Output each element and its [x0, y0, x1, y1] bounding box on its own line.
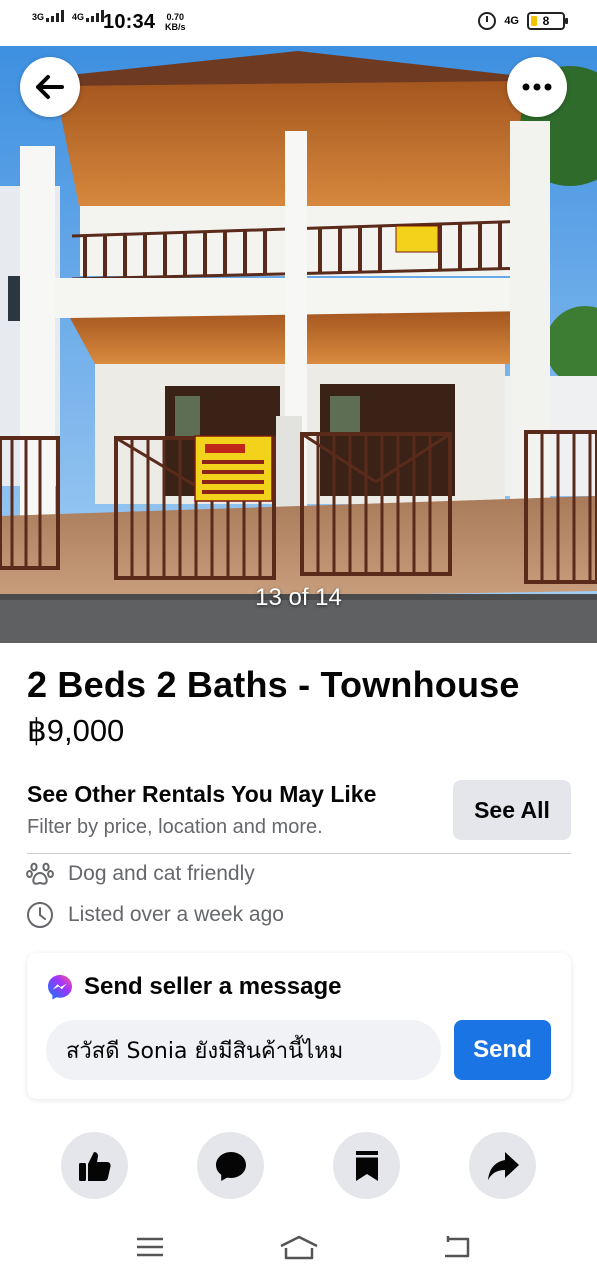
system-back-button[interactable] — [436, 1230, 476, 1264]
share-button[interactable] — [469, 1132, 536, 1199]
divider — [27, 853, 571, 854]
messenger-icon — [48, 975, 72, 1000]
recent-apps-button[interactable] — [130, 1230, 170, 1264]
listing-title: 2 Beds 2 Baths - Townhouse — [27, 664, 520, 705]
signal-bars-1-icon — [46, 10, 65, 22]
save-button[interactable] — [333, 1132, 400, 1199]
message-seller-card: Send seller a message Send — [27, 953, 571, 1099]
clock-icon — [27, 902, 53, 928]
message-heading-text: Send seller a message — [84, 973, 342, 1000]
paw-icon — [26, 862, 54, 885]
listing-photo[interactable]: 13 of 14 — [0, 46, 597, 643]
save-icon — [355, 1150, 378, 1181]
system-back-icon — [445, 1236, 470, 1258]
feature-pet-friendly: Dog and cat friendly — [26, 861, 255, 887]
more-dots-icon — [522, 83, 552, 91]
send-button[interactable]: Send — [454, 1020, 551, 1080]
home-icon — [280, 1235, 318, 1260]
network-speed-value: 0.70 — [166, 12, 185, 22]
system-navigation-bar — [0, 1220, 597, 1280]
network-speed: 0.70 KB/s — [165, 12, 186, 32]
comment-icon — [215, 1151, 246, 1181]
townhouse-photo — [0, 46, 597, 643]
photo-counter: 13 of 14 — [255, 584, 342, 611]
comment-button[interactable] — [197, 1132, 264, 1199]
network-type-1: 3G — [32, 12, 45, 22]
menu-icon — [137, 1237, 163, 1257]
signal-4g-label: 4G — [504, 15, 519, 27]
other-rentals-subtitle: Filter by price, location and more. — [27, 816, 323, 838]
battery-icon: 8 — [527, 12, 568, 30]
other-rentals-heading: See Other Rentals You May Like — [27, 781, 377, 807]
back-button[interactable] — [20, 57, 80, 117]
message-heading: Send seller a message — [46, 973, 341, 1001]
message-input[interactable] — [46, 1020, 441, 1080]
signal-bars-2-icon — [86, 10, 105, 22]
status-bar: 3G 4G 10:34 0.70 KB/s 4G 8 — [0, 0, 597, 46]
network-indicators: 3G 4G — [32, 10, 105, 22]
feature-listed-time: Listed over a week ago — [26, 901, 284, 929]
more-options-button[interactable] — [507, 57, 567, 117]
see-all-button[interactable]: See All — [453, 780, 571, 840]
network-type-2: 4G — [72, 12, 85, 22]
home-button[interactable] — [279, 1230, 319, 1264]
feature-listed-text: Listed over a week ago — [68, 903, 284, 926]
back-arrow-icon — [36, 75, 64, 99]
battery-level: 8 — [542, 14, 550, 28]
clock-time: 10:34 — [103, 11, 156, 33]
listing-price: ฿9,000 — [27, 713, 125, 748]
like-button[interactable] — [61, 1132, 128, 1199]
share-icon — [487, 1151, 519, 1180]
like-icon — [78, 1151, 111, 1181]
feature-pet-text: Dog and cat friendly — [68, 862, 255, 885]
network-speed-unit: KB/s — [165, 22, 186, 32]
alarm-icon — [478, 12, 497, 30]
